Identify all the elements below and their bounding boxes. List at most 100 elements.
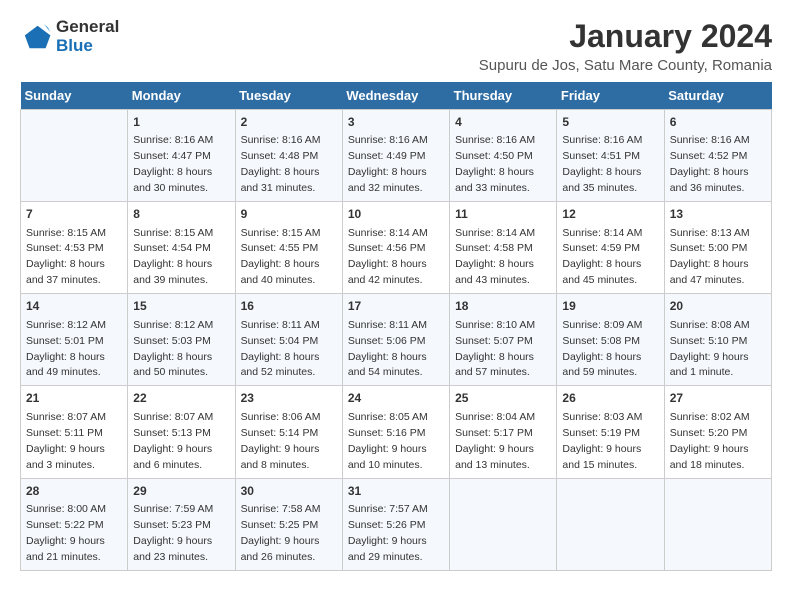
weekday-header: Tuesday — [235, 82, 342, 110]
logo: General Blue — [20, 18, 119, 55]
day-info: Sunrise: 8:15 AMSunset: 4:55 PMDaylight:… — [241, 227, 321, 287]
calendar-cell: 13Sunrise: 8:13 AMSunset: 5:00 PMDayligh… — [664, 202, 771, 294]
calendar-cell: 19Sunrise: 8:09 AMSunset: 5:08 PMDayligh… — [557, 294, 664, 386]
day-info: Sunrise: 7:58 AMSunset: 5:25 PMDaylight:… — [241, 503, 321, 563]
calendar-cell: 5 Sunrise: 8:16 AMSunset: 4:51 PMDaylight… — [557, 110, 664, 202]
day-number: 10 — [348, 206, 444, 223]
calendar-week-row: 14Sunrise: 8:12 AMSunset: 5:01 PMDayligh… — [21, 294, 772, 386]
day-number: 1 — [133, 114, 229, 131]
day-number: 25 — [455, 390, 551, 407]
day-number: 31 — [348, 483, 444, 500]
day-info: Sunrise: 8:00 AMSunset: 5:22 PMDaylight:… — [26, 503, 106, 563]
weekday-header: Thursday — [450, 82, 557, 110]
calendar-cell: 22 Sunrise: 8:07 AMSunset: 5:13 PMDayligh… — [128, 386, 235, 478]
calendar-week-row: 1 Sunrise: 8:16 AMSunset: 4:47 PMDaylight… — [21, 110, 772, 202]
day-info: Sunrise: 8:14 AMSunset: 4:58 PMDaylight:… — [455, 227, 535, 287]
calendar-cell: 11Sunrise: 8:14 AMSunset: 4:58 PMDayligh… — [450, 202, 557, 294]
calendar-cell — [450, 478, 557, 570]
calendar-table: SundayMondayTuesdayWednesdayThursdayFrid… — [20, 82, 772, 571]
day-number: 12 — [562, 206, 658, 223]
day-info: Sunrise: 7:59 AMSunset: 5:23 PMDaylight:… — [133, 503, 213, 563]
day-info: Sunrise: 8:13 AMSunset: 5:00 PMDaylight:… — [670, 227, 750, 287]
day-info: Sunrise: 8:16 AMSunset: 4:47 PMDaylight:… — [133, 134, 213, 194]
day-number: 20 — [670, 298, 766, 315]
logo-text: General Blue — [56, 18, 119, 55]
calendar-cell: 2 Sunrise: 8:16 AMSunset: 4:48 PMDaylight… — [235, 110, 342, 202]
calendar-cell: 7 Sunrise: 8:15 AMSunset: 4:53 PMDaylight… — [21, 202, 128, 294]
weekday-header: Friday — [557, 82, 664, 110]
day-info: Sunrise: 8:10 AMSunset: 5:07 PMDaylight:… — [455, 319, 535, 379]
calendar-cell: 6Sunrise: 8:16 AMSunset: 4:52 PMDaylight… — [664, 110, 771, 202]
day-info: Sunrise: 8:06 AMSunset: 5:14 PMDaylight:… — [241, 411, 321, 471]
day-info: Sunrise: 8:08 AMSunset: 5:10 PMDaylight:… — [670, 319, 750, 379]
day-number: 18 — [455, 298, 551, 315]
day-number: 9 — [241, 206, 337, 223]
day-info: Sunrise: 8:02 AMSunset: 5:20 PMDaylight:… — [670, 411, 750, 471]
calendar-cell: 23 Sunrise: 8:06 AMSunset: 5:14 PMDayligh… — [235, 386, 342, 478]
day-number: 5 — [562, 114, 658, 131]
calendar-cell — [664, 478, 771, 570]
day-info: Sunrise: 8:16 AMSunset: 4:49 PMDaylight:… — [348, 134, 428, 194]
day-info: Sunrise: 8:16 AMSunset: 4:50 PMDaylight:… — [455, 134, 535, 194]
calendar-cell: 16 Sunrise: 8:11 AMSunset: 5:04 PMDayligh… — [235, 294, 342, 386]
day-info: Sunrise: 8:05 AMSunset: 5:16 PMDaylight:… — [348, 411, 428, 471]
day-number: 21 — [26, 390, 122, 407]
day-info: Sunrise: 8:15 AMSunset: 4:53 PMDaylight:… — [26, 227, 106, 287]
day-info: Sunrise: 8:16 AMSunset: 4:48 PMDaylight:… — [241, 134, 321, 194]
calendar-cell: 15 Sunrise: 8:12 AMSunset: 5:03 PMDayligh… — [128, 294, 235, 386]
weekday-header: Sunday — [21, 82, 128, 110]
calendar-cell: 21 Sunrise: 8:07 AMSunset: 5:11 PMDayligh… — [21, 386, 128, 478]
day-info: Sunrise: 8:14 AMSunset: 4:59 PMDaylight:… — [562, 227, 642, 287]
weekday-header: Saturday — [664, 82, 771, 110]
day-number: 17 — [348, 298, 444, 315]
day-number: 23 — [241, 390, 337, 407]
calendar-cell: 26 Sunrise: 8:03 AMSunset: 5:19 PMDayligh… — [557, 386, 664, 478]
calendar-cell: 8 Sunrise: 8:15 AMSunset: 4:54 PMDaylight… — [128, 202, 235, 294]
day-number: 16 — [241, 298, 337, 315]
day-info: Sunrise: 7:57 AMSunset: 5:26 PMDaylight:… — [348, 503, 428, 563]
day-number: 3 — [348, 114, 444, 131]
day-info: Sunrise: 8:15 AMSunset: 4:54 PMDaylight:… — [133, 227, 213, 287]
day-number: 8 — [133, 206, 229, 223]
day-info: Sunrise: 8:12 AMSunset: 5:03 PMDaylight:… — [133, 319, 213, 379]
day-number: 15 — [133, 298, 229, 315]
calendar-cell: 3 Sunrise: 8:16 AMSunset: 4:49 PMDaylight… — [342, 110, 449, 202]
day-number: 14 — [26, 298, 122, 315]
day-number: 2 — [241, 114, 337, 131]
day-number: 24 — [348, 390, 444, 407]
main-title: January 2024 — [479, 18, 772, 55]
title-block: January 2024 Supuru de Jos, Satu Mare Co… — [479, 18, 772, 74]
calendar-cell: 4Sunrise: 8:16 AMSunset: 4:50 PMDaylight… — [450, 110, 557, 202]
calendar-week-row: 7 Sunrise: 8:15 AMSunset: 4:53 PMDaylight… — [21, 202, 772, 294]
calendar-cell: 10 Sunrise: 8:14 AMSunset: 4:56 PMDayligh… — [342, 202, 449, 294]
calendar-cell: 31 Sunrise: 7:57 AMSunset: 5:26 PMDayligh… — [342, 478, 449, 570]
calendar-cell: 17Sunrise: 8:11 AMSunset: 5:06 PMDayligh… — [342, 294, 449, 386]
day-number: 7 — [26, 206, 122, 223]
day-number: 28 — [26, 483, 122, 500]
calendar-cell: 27 Sunrise: 8:02 AMSunset: 5:20 PMDayligh… — [664, 386, 771, 478]
day-number: 26 — [562, 390, 658, 407]
day-info: Sunrise: 8:07 AMSunset: 5:13 PMDaylight:… — [133, 411, 213, 471]
day-info: Sunrise: 8:03 AMSunset: 5:19 PMDaylight:… — [562, 411, 642, 471]
calendar-cell: 1 Sunrise: 8:16 AMSunset: 4:47 PMDaylight… — [128, 110, 235, 202]
calendar-cell: 14Sunrise: 8:12 AMSunset: 5:01 PMDayligh… — [21, 294, 128, 386]
calendar-cell: 24 Sunrise: 8:05 AMSunset: 5:16 PMDayligh… — [342, 386, 449, 478]
day-number: 30 — [241, 483, 337, 500]
calendar-cell: 28 Sunrise: 8:00 AMSunset: 5:22 PMDayligh… — [21, 478, 128, 570]
calendar-cell: 18 Sunrise: 8:10 AMSunset: 5:07 PMDayligh… — [450, 294, 557, 386]
day-number: 22 — [133, 390, 229, 407]
day-info: Sunrise: 8:07 AMSunset: 5:11 PMDaylight:… — [26, 411, 106, 471]
weekday-header: Wednesday — [342, 82, 449, 110]
calendar-cell: 30 Sunrise: 7:58 AMSunset: 5:25 PMDayligh… — [235, 478, 342, 570]
calendar-week-row: 21 Sunrise: 8:07 AMSunset: 5:11 PMDayligh… — [21, 386, 772, 478]
page: General Blue January 2024 Supuru de Jos,… — [0, 0, 792, 581]
day-info: Sunrise: 8:16 AMSunset: 4:52 PMDaylight:… — [670, 134, 750, 194]
day-info: Sunrise: 8:16 AMSunset: 4:51 PMDaylight:… — [562, 134, 642, 194]
logo-icon — [20, 21, 52, 53]
day-number: 29 — [133, 483, 229, 500]
calendar-cell: 29 Sunrise: 7:59 AMSunset: 5:23 PMDayligh… — [128, 478, 235, 570]
day-info: Sunrise: 8:11 AMSunset: 5:04 PMDaylight:… — [241, 319, 320, 379]
day-info: Sunrise: 8:14 AMSunset: 4:56 PMDaylight:… — [348, 227, 428, 287]
day-number: 27 — [670, 390, 766, 407]
weekday-header: Monday — [128, 82, 235, 110]
